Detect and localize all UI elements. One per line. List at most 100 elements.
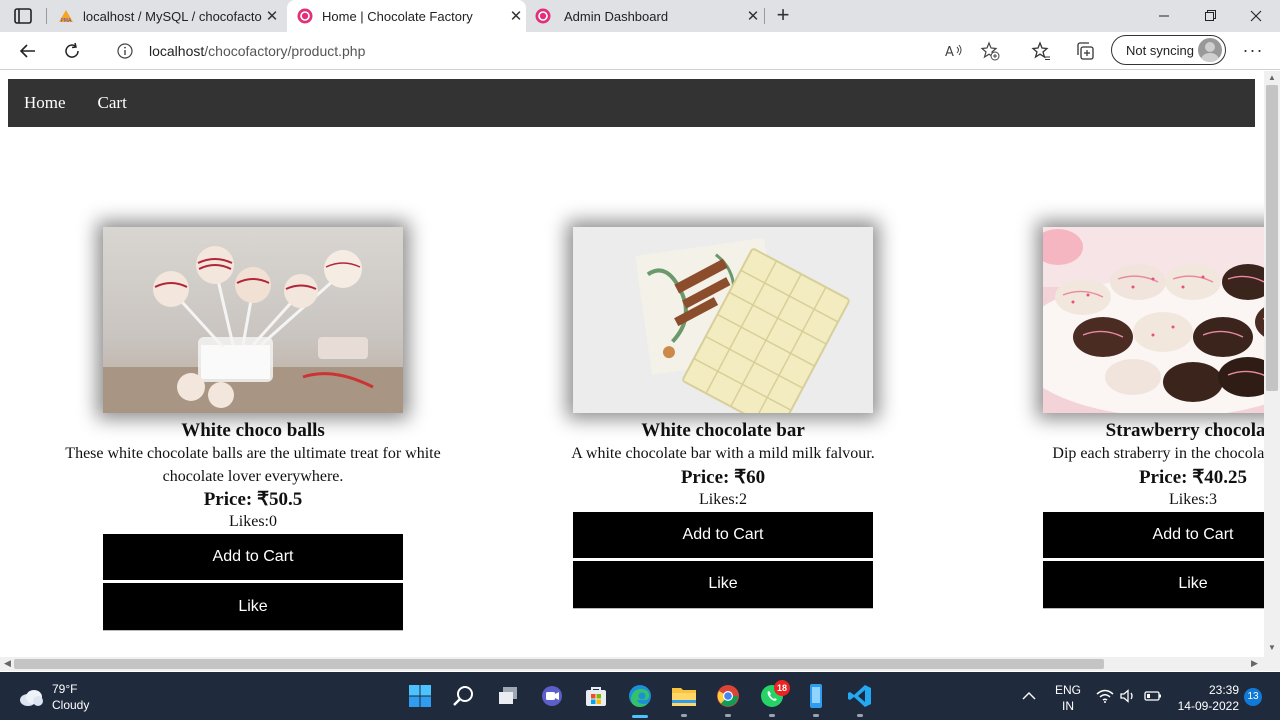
site-favicon-icon (297, 8, 313, 24)
product-likes: Likes:0 (229, 513, 277, 530)
tab-phpmyadmin[interactable]: PMA localhost / MySQL / chocofactory ✕ (56, 0, 282, 32)
phone-link-icon[interactable] (802, 682, 830, 710)
edge-browser-icon[interactable] (626, 682, 654, 710)
running-app-dot (769, 714, 775, 717)
tab-actions-icon[interactable] (14, 8, 32, 24)
back-arrow-icon[interactable] (17, 40, 39, 62)
weather-widget[interactable]: 79°F Cloudy (18, 681, 89, 713)
tab-home-chocolate-factory[interactable]: Home | Chocolate Factory ✕ (287, 0, 526, 32)
add-to-cart-button[interactable]: Add to Cart (573, 511, 873, 560)
running-app-dot (725, 714, 731, 717)
tab-separator (764, 8, 765, 24)
vertical-scroll-thumb[interactable] (1266, 85, 1278, 391)
product-price: Price: ₹50.5 (203, 489, 303, 510)
like-button[interactable]: Like (573, 560, 873, 609)
microsoft-store-icon[interactable] (582, 682, 610, 710)
restore-icon[interactable] (1187, 0, 1233, 32)
task-view-icon[interactable] (494, 682, 522, 710)
running-app-dot (857, 714, 863, 717)
add-to-cart-button[interactable]: Add to Cart (103, 534, 403, 582)
input-language-indicator[interactable]: ENG IN (1055, 682, 1081, 714)
product-description: A white chocolate bar with a mild milk f… (571, 445, 875, 462)
scrollbar-corner (1264, 657, 1280, 671)
site-favicon-icon (535, 8, 551, 24)
chat-icon[interactable] (538, 682, 566, 710)
weather-description: Cloudy (52, 698, 90, 712)
vscode-icon[interactable] (846, 682, 874, 710)
like-button[interactable]: Like (1043, 560, 1264, 609)
svg-text:A: A (945, 45, 954, 59)
product-image-white-choco-balls (103, 227, 403, 413)
browser-tab-bar: PMA localhost / MySQL / chocofactory ✕ H… (0, 0, 1280, 32)
nav-home-link[interactable]: Home (24, 93, 66, 113)
url-host: localhost (149, 43, 205, 59)
nav-cart-link[interactable]: Cart (98, 93, 127, 113)
windows-taskbar: 79°F Cloudy 18 ENG IN 23:39 14-09-2022 1… (0, 672, 1280, 720)
tab-close-icon[interactable]: ✕ (506, 7, 526, 25)
tab-title: Home | Chocolate Factory (322, 8, 473, 24)
url-bar[interactable]: localhost/chocofactory/product.php (100, 36, 1014, 66)
site-info-icon[interactable] (117, 43, 133, 59)
cloud-icon (20, 690, 43, 706)
product-description: These white chocolate balls are the ulti… (65, 445, 441, 485)
tab-close-icon[interactable]: ✕ (262, 7, 282, 25)
volume-icon[interactable] (1117, 682, 1139, 710)
chrome-icon[interactable] (714, 682, 742, 710)
product-price: Price: ₹40.25 (1138, 466, 1248, 488)
system-clock[interactable]: 23:39 14-09-2022 (1173, 682, 1239, 714)
add-to-cart-button[interactable]: Add to Cart (1043, 511, 1264, 560)
profile-avatar-icon (1198, 38, 1222, 62)
new-tab-plus-icon[interactable]: + (772, 4, 794, 26)
region-code: IN (1062, 699, 1074, 713)
scroll-left-arrow-icon[interactable]: ◀ (4, 658, 11, 669)
wifi-icon[interactable] (1094, 682, 1116, 710)
tab-close-icon[interactable]: ✕ (743, 7, 763, 25)
horizontal-scrollbar[interactable]: ◀ ▶ (0, 657, 1264, 671)
url-text: localhost/chocofactory/product.php (149, 43, 365, 59)
scroll-right-arrow-icon[interactable]: ▶ (1251, 658, 1258, 669)
product-image-white-chocolate-bar (573, 227, 873, 413)
search-icon[interactable] (450, 682, 478, 710)
running-app-dot (813, 714, 819, 717)
product-name: White choco balls (181, 420, 325, 441)
whatsapp-badge: 18 (774, 680, 790, 696)
scroll-down-arrow-icon[interactable]: ▼ (1268, 643, 1276, 652)
clock-date: 14-09-2022 (1177, 699, 1239, 713)
svg-text:PMA: PMA (61, 18, 72, 24)
like-button[interactable]: Like (103, 583, 403, 631)
file-explorer-icon[interactable] (670, 682, 698, 710)
page-viewport: Home Cart White choco balls These white … (0, 71, 1264, 657)
favorites-icon[interactable] (1031, 41, 1051, 61)
tab-title: Admin Dashboard (564, 8, 669, 24)
profile-sync-button[interactable]: Not syncing (1111, 35, 1226, 65)
windows-start-icon[interactable] (406, 682, 434, 710)
vertical-scrollbar[interactable]: ▲ ▼ (1264, 71, 1280, 657)
notification-count-badge[interactable]: 13 (1244, 688, 1262, 706)
close-window-icon[interactable] (1233, 0, 1279, 32)
product-card: White chocolate bar A white chocolate ba… (523, 227, 923, 609)
product-likes: Likes:3 (1169, 490, 1217, 508)
more-menu-icon[interactable]: ··· (1242, 40, 1264, 62)
tab-admin-dashboard[interactable]: Admin Dashboard ✕ (533, 0, 763, 32)
read-aloud-icon[interactable]: A (944, 41, 964, 61)
battery-icon[interactable] (1142, 682, 1164, 710)
language-code: ENG (1055, 683, 1082, 697)
horizontal-scroll-thumb[interactable] (14, 659, 1104, 669)
product-description: Dip each straberry in the chocolate and … (1052, 445, 1264, 462)
weather-temperature: 79°F (52, 682, 78, 696)
chevron-up-icon[interactable] (1016, 682, 1042, 710)
clock-time: 23:39 (1208, 683, 1239, 697)
product-price: Price: ₹60 (680, 466, 766, 488)
minimize-icon[interactable] (1141, 0, 1187, 32)
sync-label: Not syncing (1126, 42, 1194, 58)
tab-title: localhost / MySQL / chocofactory (83, 8, 262, 24)
product-likes: Likes:2 (699, 490, 747, 508)
active-app-indicator (632, 715, 648, 718)
collections-icon[interactable] (1075, 41, 1095, 61)
scroll-up-arrow-icon[interactable]: ▲ (1268, 73, 1276, 82)
running-app-dot (681, 714, 687, 717)
product-image-strawberry-chocolate (1043, 227, 1264, 413)
refresh-icon[interactable] (61, 40, 83, 62)
site-navbar: Home Cart (8, 79, 1255, 127)
add-favorite-icon[interactable] (980, 41, 1000, 61)
